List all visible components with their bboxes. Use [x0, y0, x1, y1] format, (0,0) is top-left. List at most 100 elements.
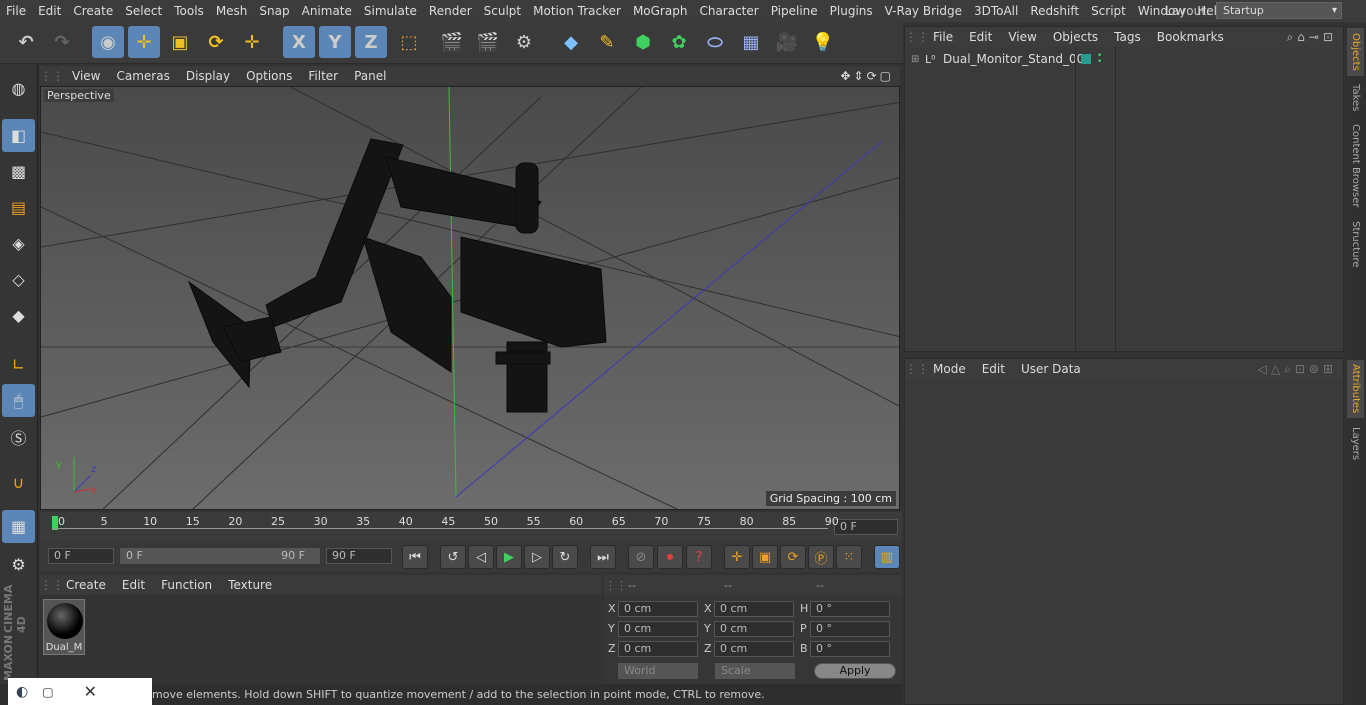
coord-scale-dropdown[interactable]: Scale [715, 663, 795, 679]
key-rotation-icon[interactable]: ⟳ [780, 545, 806, 569]
timeline-ruler[interactable]: 0 F 0 5 10 15 20 25 30 35 40 45 50 55 60 65 70 75 80 85 90 [40, 512, 902, 542]
menu-v-ray-bridge[interactable]: V-Ray Bridge [879, 4, 968, 18]
material-menu-texture[interactable]: Texture [220, 578, 280, 592]
record-keys-icon[interactable]: ⊘ [628, 545, 654, 569]
coord-value-field[interactable]: 0 cm [714, 601, 794, 617]
tab-content-browser[interactable]: Content Browser [1347, 122, 1364, 210]
move-icon[interactable]: ✛ [128, 26, 160, 58]
previous-frame-icon[interactable]: ◁ [468, 545, 494, 569]
workplane-lock-icon[interactable]: ▦ [2, 510, 35, 543]
viewport-menu-display[interactable]: Display [178, 69, 238, 83]
object-menu-file[interactable]: File [925, 30, 961, 44]
menu-plugins[interactable]: Plugins [824, 4, 879, 18]
object-menu-objects[interactable]: Objects [1045, 30, 1106, 44]
tweak-mode-icon[interactable]: 🖱 [2, 384, 35, 417]
menu-snap[interactable]: Snap [253, 4, 295, 18]
key-position-icon[interactable]: ✛ [724, 545, 750, 569]
visibility-dots-icon[interactable]: • • [1097, 52, 1102, 67]
apply-button[interactable]: Apply [814, 663, 896, 679]
cloner-icon[interactable]: ✿ [663, 26, 695, 58]
material-swatch[interactable]: Dual_M [43, 599, 85, 655]
end-frame-field[interactable]: 90 F [326, 548, 392, 564]
live-selection-icon[interactable]: ◉ [92, 26, 124, 58]
object-menu-tags[interactable]: Tags [1106, 30, 1149, 44]
menu-mograph[interactable]: MoGraph [627, 4, 694, 18]
tab-layers[interactable]: Layers [1347, 424, 1364, 464]
coord-value-field[interactable]: 0 cm [618, 621, 698, 637]
camera-icon[interactable]: 🎥 [771, 26, 803, 58]
material-menu-function[interactable]: Function [153, 578, 220, 592]
expand-icon[interactable]: ⊞ [911, 54, 925, 65]
solo-icon[interactable]: Ⓢ [2, 420, 35, 453]
close-icon[interactable]: ✕ [84, 682, 97, 701]
render-picture-viewer-icon[interactable]: 🎬 [472, 26, 504, 58]
layer-color-icon[interactable] [1081, 54, 1091, 64]
coord-system-dropdown[interactable]: World [618, 663, 698, 679]
tab-structure[interactable]: Structure [1347, 216, 1364, 272]
render-settings-icon[interactable]: ⚙ [508, 26, 540, 58]
edges-mode-icon[interactable]: ◇ [2, 263, 35, 296]
rotate-icon[interactable]: ⟳ [200, 26, 232, 58]
coord-value-field[interactable]: 0 ° [810, 601, 890, 617]
perspective-viewport[interactable]: y z x Perspective Grid Spacing : 100 cm [40, 86, 900, 510]
coord-value-field[interactable]: 0 cm [714, 641, 794, 657]
deformer-icon[interactable]: ⬭ [699, 26, 731, 58]
viewport-menu-panel[interactable]: Panel [346, 69, 394, 83]
menu-redshift[interactable]: Redshift [1024, 4, 1085, 18]
snap-icon[interactable]: ⚙ [2, 548, 35, 581]
material-menu-create[interactable]: Create [58, 578, 114, 592]
attribute-menu-edit[interactable]: Edit [974, 362, 1013, 376]
axis-mode-icon[interactable]: ∟ [2, 348, 35, 381]
menu-script[interactable]: Script [1085, 4, 1132, 18]
polygons-mode-icon[interactable]: ◆ [2, 299, 35, 332]
previous-key-icon[interactable]: ↺ [440, 545, 466, 569]
viewport-nav-icons[interactable]: ✥⇕⟳▢ [840, 69, 900, 83]
coord-value-field[interactable]: 0 ° [810, 641, 890, 657]
go-to-end-icon[interactable]: ⏭ [590, 545, 616, 569]
menu-character[interactable]: Character [693, 4, 764, 18]
go-to-start-icon[interactable]: ⏮ [402, 545, 428, 569]
cube-icon[interactable]: ◆ [555, 26, 587, 58]
viewport-menu-view[interactable]: View [64, 69, 108, 83]
object-name[interactable]: Dual_Monitor_Stand_001 [943, 52, 1092, 66]
viewport-menu-cameras[interactable]: Cameras [108, 69, 177, 83]
menu-edit[interactable]: Edit [32, 4, 67, 18]
axis-x-button[interactable]: X [283, 26, 315, 58]
magnet-icon[interactable]: ∪ [2, 466, 35, 499]
material-menu-edit[interactable]: Edit [114, 578, 153, 592]
next-key-icon[interactable]: ↻ [552, 545, 578, 569]
object-menu-bookmarks[interactable]: Bookmarks [1149, 30, 1232, 44]
object-search-icons[interactable]: ⌕⌂⊸⊡ [1287, 30, 1343, 45]
auto-keying-icon[interactable]: ⏺ [657, 545, 683, 569]
attribute-menu-mode[interactable]: Mode [925, 362, 974, 376]
tab-objects[interactable]: Objects [1347, 28, 1364, 76]
timeline-window-icon[interactable]: ▥ [874, 545, 900, 569]
layout-dropdown[interactable]: Startup [1216, 2, 1342, 19]
menu-pipeline[interactable]: Pipeline [765, 4, 824, 18]
coord-value-field[interactable]: 0 cm [618, 601, 698, 617]
viewport-menu-options[interactable]: Options [238, 69, 300, 83]
keyframe-selection-icon[interactable]: ? [686, 545, 712, 569]
coord-value-field[interactable]: 0 cm [714, 621, 794, 637]
attribute-nav-icons[interactable]: ◁△⌕⊡⊚⊞ [1258, 362, 1343, 377]
menu-mesh[interactable]: Mesh [210, 4, 254, 18]
menu-tools[interactable]: Tools [168, 4, 210, 18]
scale-icon[interactable]: ▣ [164, 26, 196, 58]
floor-icon[interactable]: ▦ [735, 26, 767, 58]
menu-sculpt[interactable]: Sculpt [478, 4, 527, 18]
key-pla-icon[interactable]: ⁙ [836, 545, 862, 569]
frame-range-slider[interactable]: 0 F 90 F [120, 548, 320, 564]
axis-y-button[interactable]: Y [319, 26, 351, 58]
menu-3dtoall[interactable]: 3DToAll [968, 4, 1024, 18]
coord-value-field[interactable]: 0 cm [618, 641, 698, 657]
redo-icon[interactable]: ↷ [46, 26, 78, 58]
menu-create[interactable]: Create [67, 4, 119, 18]
menu-animate[interactable]: Animate [296, 4, 358, 18]
undo-icon[interactable]: ↶ [10, 26, 42, 58]
object-menu-edit[interactable]: Edit [961, 30, 1000, 44]
menu-file[interactable]: File [0, 4, 32, 18]
key-scale-icon[interactable]: ▣ [752, 545, 778, 569]
pen-icon[interactable]: ✎ [591, 26, 623, 58]
make-editable-icon[interactable]: ◍ [2, 72, 35, 105]
render-view-icon[interactable]: 🎬 [436, 26, 468, 58]
